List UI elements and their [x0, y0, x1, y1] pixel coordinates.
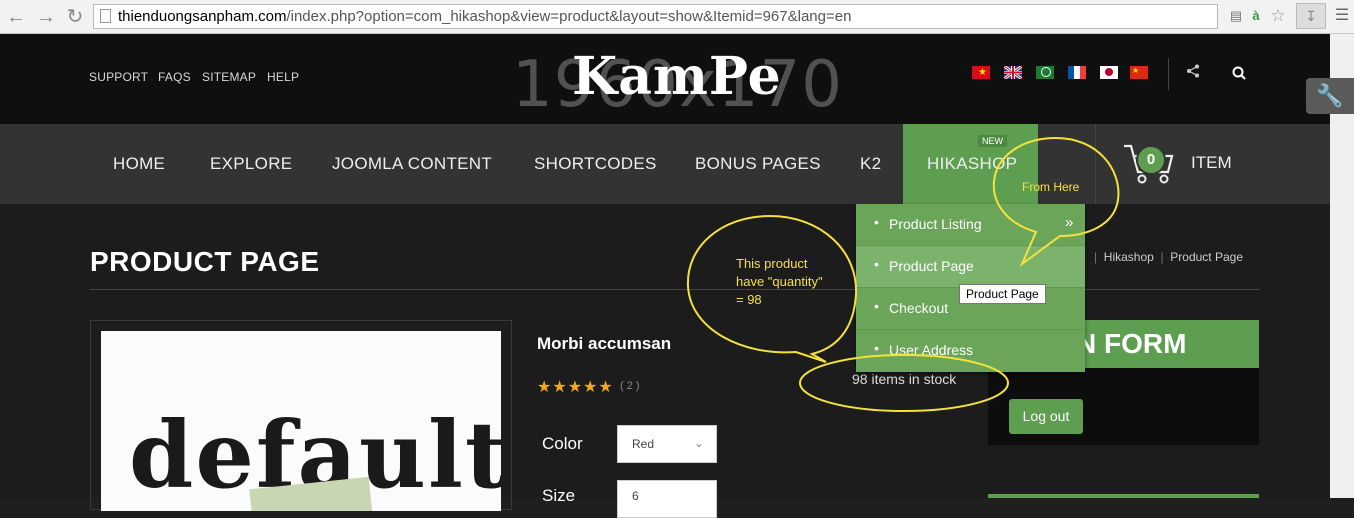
header-divider — [1168, 58, 1169, 90]
search-icon[interactable] — [1232, 66, 1246, 85]
wrench-icon[interactable]: 🔧 — [1306, 78, 1354, 114]
next-module-header — [988, 494, 1259, 498]
stock-status: 98 items in stock — [852, 371, 957, 387]
share-icon[interactable] — [1186, 64, 1200, 83]
japan-flag-icon[interactable] — [1100, 66, 1118, 79]
annotation-quantity-line1: This product — [736, 256, 808, 271]
france-flag-icon[interactable] — [1068, 66, 1086, 79]
support-link[interactable]: SUPPORT — [89, 70, 148, 84]
browser-toolbar: ← → ↻ thienduongsanpham.com/index.php?op… — [0, 0, 1354, 34]
menu-icon[interactable]: ☰ — [1334, 8, 1350, 24]
download-icon[interactable]: ↧ — [1296, 3, 1326, 29]
product-image[interactable]: default — [101, 331, 501, 511]
logout-button[interactable]: Log out — [1009, 399, 1083, 434]
tooltip: Product Page — [959, 284, 1046, 304]
nav-shortcodes[interactable]: SHORTCODES — [534, 154, 657, 174]
vietnam-flag-icon[interactable]: ★ — [972, 66, 990, 79]
double-chevron-right-icon: » — [1065, 214, 1074, 231]
size-select-value: 6 — [632, 489, 639, 503]
banner-placeholder-text: 1960x170 — [512, 48, 843, 122]
annotation-quantity-line3: = 98 — [736, 292, 762, 307]
color-label: Color — [542, 434, 583, 453]
nav-home[interactable]: HOME — [113, 154, 165, 174]
dropdown-item-user-address[interactable]: • User Address — [856, 330, 1085, 372]
dropdown-item-product-listing[interactable]: • Product Listing » — [856, 204, 1085, 246]
dropdown-item-product-page[interactable]: • Product Page — [856, 246, 1085, 288]
page-title: PRODUCT PAGE — [90, 246, 320, 277]
address-bar[interactable]: thienduongsanpham.com/index.php?option=c… — [93, 4, 1218, 29]
url-path: /index.php?option=com_hikashop&view=prod… — [286, 8, 852, 25]
bullet-icon: • — [874, 340, 879, 356]
nav-divider — [1095, 124, 1096, 204]
annotation-from-here: From Here — [1022, 180, 1080, 194]
nav-joomla-content[interactable]: JOOMLA CONTENT — [332, 154, 492, 174]
size-select[interactable]: 6 — [617, 480, 717, 518]
nav-explore[interactable]: EXPLORE — [210, 154, 292, 174]
dropdown-item-label: Product Page — [889, 258, 974, 274]
rating-stars-icon[interactable]: ★★★★★ — [537, 377, 614, 397]
bullet-icon: • — [874, 214, 879, 230]
cart-label[interactable]: ITEM — [1191, 153, 1232, 173]
chevron-down-icon: ⌄ — [693, 436, 704, 450]
faqs-link[interactable]: FAQS — [158, 70, 191, 84]
dropdown-item-label: Checkout — [889, 300, 949, 316]
forward-arrow-icon[interactable]: → — [35, 6, 57, 28]
china-flag-icon[interactable]: ★ — [1130, 66, 1148, 79]
help-link[interactable]: HELP — [267, 70, 299, 84]
bullet-icon: • — [874, 256, 879, 272]
uk-flag-icon[interactable] — [1004, 66, 1022, 79]
color-select[interactable]: Red ⌄ — [617, 425, 717, 463]
arabic-flag-icon[interactable] — [1036, 66, 1054, 79]
annotation-quantity-line2: have "quantity" — [736, 274, 823, 289]
reload-icon[interactable]: ↻ — [64, 6, 86, 28]
breadcrumb-hikashop[interactable]: Hikashop — [1104, 250, 1154, 264]
breadcrumb-product-page: Product Page — [1170, 250, 1243, 264]
bookmark-star-icon[interactable]: ☆ — [1270, 7, 1286, 24]
rating-count: ( 2 ) — [620, 380, 640, 392]
dropdown-item-label: Product Listing — [889, 216, 982, 232]
dropdown-item-label: User Address — [889, 342, 974, 358]
main-navigation: HOME EXPLORE JOOMLA CONTENT SHORTCODES B… — [0, 124, 1330, 204]
color-select-value: Red — [632, 437, 655, 451]
sitemap-link[interactable]: SITEMAP — [202, 70, 256, 84]
nav-hikashop[interactable]: NEW HIKASHOP — [903, 124, 1038, 204]
nav-k2[interactable]: K2 — [860, 154, 881, 174]
back-arrow-icon[interactable]: ← — [5, 6, 27, 28]
nav-hikashop-label: HIKASHOP — [927, 154, 1018, 173]
breadcrumb: | Hikashop | Product Page — [1094, 250, 1243, 264]
size-label: Size — [542, 486, 576, 505]
translate-icon[interactable]: ▤ — [1228, 8, 1244, 24]
cart-count-badge: 0 — [1136, 145, 1166, 175]
url-domain: thienduongsanpham.com — [118, 8, 287, 25]
login-form-title: N FORM — [1076, 328, 1187, 359]
nav-bonus-pages[interactable]: BONUS PAGES — [695, 154, 821, 174]
new-badge: NEW — [978, 135, 1007, 147]
product-name: Morbi accumsan — [537, 334, 672, 353]
extension-icon[interactable]: à — [1248, 8, 1264, 24]
page-icon — [100, 9, 111, 23]
bullet-icon: • — [874, 298, 879, 314]
url-text: thienduongsanpham.com/index.php?option=c… — [118, 8, 851, 25]
